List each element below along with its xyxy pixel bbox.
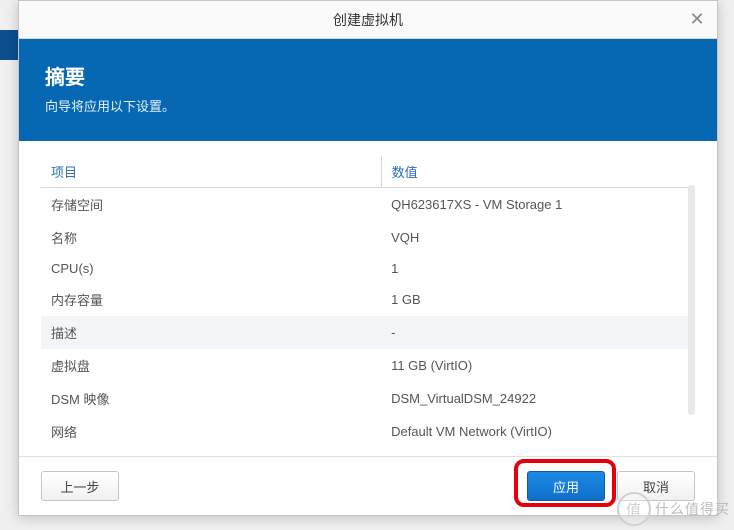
table-row: CPU(s) 1 (41, 254, 695, 283)
power-on-after-create-row[interactable]: 创建后开启虚拟机 (41, 452, 695, 456)
settings-table: 项目 数值 存储空间 QH623617XS - VM Storage 1 名称 … (41, 156, 695, 448)
table-row: 描述 - (41, 316, 695, 349)
table-row: 名称 VQH (41, 221, 695, 254)
cell-label: 存储空间 (41, 188, 381, 222)
table-row: DSM 映像 DSM_VirtualDSM_24922 (41, 382, 695, 415)
cell-label: 描述 (41, 316, 381, 349)
dialog-title: 创建虚拟机 (333, 10, 403, 30)
cell-value: VQH (381, 221, 695, 254)
settings-table-wrap: 项目 数值 存储空间 QH623617XS - VM Storage 1 名称 … (41, 155, 695, 448)
cell-value: DSM_VirtualDSM_24922 (381, 382, 695, 415)
col-header-item[interactable]: 项目 (41, 156, 381, 188)
table-row: 内存容量 1 GB (41, 283, 695, 316)
table-row: 存储空间 QH623617XS - VM Storage 1 (41, 188, 695, 222)
cell-value: 1 GB (381, 283, 695, 316)
close-icon[interactable]: ✕ (687, 10, 707, 30)
dialog-content: 项目 数值 存储空间 QH623617XS - VM Storage 1 名称 … (19, 141, 717, 456)
table-row: 虚拟盘 11 GB (VirtIO) (41, 349, 695, 382)
prev-button[interactable]: 上一步 (41, 471, 119, 501)
cell-label: 虚拟盘 (41, 349, 381, 382)
cell-label: 内存容量 (41, 283, 381, 316)
scrollbar-track[interactable] (688, 185, 695, 415)
watermark: 值 什么值得买 (617, 492, 730, 526)
col-header-value[interactable]: 数值 (381, 156, 695, 188)
dialog-titlebar: 创建虚拟机 ✕ (19, 1, 717, 39)
cell-value: 11 GB (VirtIO) (381, 349, 695, 382)
table-row: 网络 Default VM Network (VirtIO) (41, 415, 695, 448)
cell-label: DSM 映像 (41, 382, 381, 415)
cell-label: CPU(s) (41, 254, 381, 283)
watermark-text: 什么值得买 (655, 499, 730, 519)
cell-value: QH623617XS - VM Storage 1 (381, 188, 695, 222)
background-nav-strip (0, 30, 18, 60)
watermark-icon: 值 (617, 492, 651, 526)
cell-value: Default VM Network (VirtIO) (381, 415, 695, 448)
summary-heading: 摘要 (45, 61, 691, 90)
cell-value: 1 (381, 254, 695, 283)
apply-button[interactable]: 应用 (527, 471, 605, 501)
create-vm-dialog: 创建虚拟机 ✕ 摘要 向导将应用以下设置。 项目 数值 存储空间 QH62361… (18, 0, 718, 516)
cell-value: - (381, 316, 695, 349)
wizard-header: 摘要 向导将应用以下设置。 (19, 39, 717, 141)
summary-subtitle: 向导将应用以下设置。 (45, 96, 691, 115)
cell-label: 网络 (41, 415, 381, 448)
cell-label: 名称 (41, 221, 381, 254)
dialog-footer: 上一步 应用 取消 (19, 456, 717, 515)
